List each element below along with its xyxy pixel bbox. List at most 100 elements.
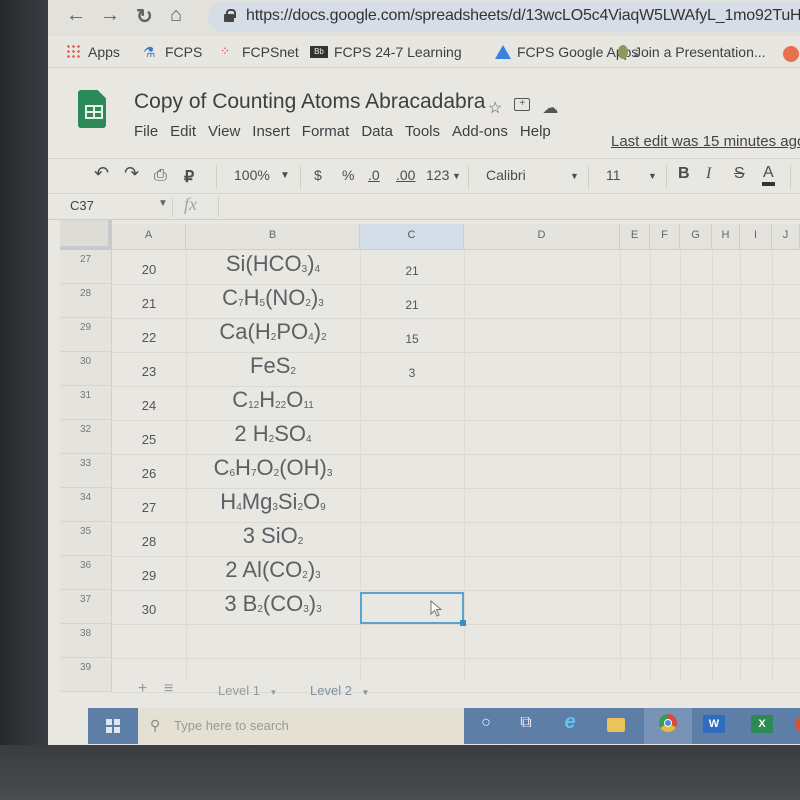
cell-a30[interactable]: 23	[112, 364, 186, 379]
menu-insert[interactable]: Insert	[252, 123, 290, 140]
name-box[interactable]: C37	[70, 198, 94, 213]
column-header-a[interactable]: A	[112, 224, 186, 250]
cell-c30[interactable]: 3	[360, 366, 464, 380]
file-explorer-icon[interactable]	[602, 714, 630, 738]
menu-format[interactable]: Format	[302, 123, 350, 140]
bookmark-fcpsnet[interactable]: ⁘ FCPSnet	[220, 44, 299, 60]
cell-b27[interactable]: Si(HCO3)4	[186, 251, 360, 277]
cell-a28[interactable]: 21	[112, 296, 186, 311]
menu-view[interactable]: View	[208, 123, 240, 140]
row-header-27[interactable]: 27	[60, 250, 112, 284]
cell-c27[interactable]: 21	[360, 264, 464, 278]
cell-a36[interactable]: 29	[112, 568, 186, 583]
formula-input[interactable]	[226, 198, 796, 216]
sheet-tab-level-1[interactable]: Level 1 ▼	[218, 683, 277, 698]
row-header-35[interactable]: 35	[60, 522, 112, 556]
menu-edit[interactable]: Edit	[170, 123, 196, 140]
cell-a31[interactable]: 24	[112, 398, 186, 413]
extension-icon[interactable]	[783, 46, 799, 62]
menu-addons[interactable]: Add-ons	[452, 123, 508, 140]
cell-b33[interactable]: C6H7O2(OH)3	[186, 455, 360, 481]
column-header-i[interactable]: I	[740, 224, 772, 250]
menu-data[interactable]: Data	[361, 123, 393, 140]
select-all-corner[interactable]	[60, 220, 112, 250]
bookmark-fcps[interactable]: ⚗ FCPS	[143, 44, 202, 60]
column-header-f[interactable]: F	[650, 224, 680, 250]
font-dropdown-icon[interactable]: ▼	[570, 171, 579, 181]
address-bar[interactable]: https://docs.google.com/spreadsheets/d/1…	[208, 2, 800, 32]
increase-decimal-button[interactable]: .00	[396, 167, 415, 183]
cell-b32[interactable]: 2 H2SO4	[186, 421, 360, 447]
bold-button[interactable]: B	[678, 165, 690, 183]
bookmark-apps[interactable]: Apps	[66, 44, 120, 60]
sheet-tab-dropdown-icon[interactable]: ▼	[362, 688, 370, 697]
currency-format-button[interactable]: $	[314, 167, 322, 183]
cloud-saved-icon[interactable]: ☁	[542, 98, 558, 118]
last-edit-link[interactable]: Last edit was 15 minutes ago	[611, 133, 800, 150]
cortana-icon[interactable]: ○	[472, 714, 500, 738]
menu-tools[interactable]: Tools	[405, 123, 440, 140]
forward-icon[interactable]: →	[100, 4, 120, 27]
cell-b35[interactable]: 3 SiO2	[186, 523, 360, 549]
name-box-dropdown-icon[interactable]: ▼	[158, 198, 168, 209]
cell-b31[interactable]: C12H22O11	[186, 387, 360, 413]
start-button[interactable]	[88, 708, 138, 744]
column-header-j[interactable]: J	[772, 224, 800, 250]
bookmark-fcps-24-7[interactable]: Bb FCPS 24-7 Learning	[310, 44, 462, 60]
row-header-38[interactable]: 38	[60, 624, 112, 658]
bookmark-join-presentation[interactable]: Join a Presentation...	[618, 44, 766, 60]
home-icon[interactable]: ⌂	[170, 4, 182, 27]
text-color-button[interactable]: A	[762, 164, 775, 186]
row-header-28[interactable]: 28	[60, 284, 112, 318]
font-size-dropdown-icon[interactable]: ▼	[648, 171, 657, 181]
redo-icon[interactable]: ↷	[124, 163, 139, 184]
sheet-tab-dropdown-icon[interactable]: ▼	[270, 688, 278, 697]
cell-a34[interactable]: 27	[112, 500, 186, 515]
print-icon[interactable]: ⎙	[154, 167, 167, 185]
cell-b34[interactable]: H4Mg3Si2O9	[186, 489, 360, 515]
paint-format-icon[interactable]: ₽	[184, 167, 194, 187]
column-header-b[interactable]: B	[186, 224, 360, 250]
zoom-select[interactable]: 100%	[234, 167, 270, 183]
row-header-37[interactable]: 37	[60, 590, 112, 624]
star-icon[interactable]: ☆	[488, 98, 502, 118]
row-header-34[interactable]: 34	[60, 488, 112, 522]
more-formats-button[interactable]: 123	[426, 167, 449, 183]
decrease-decimal-button[interactable]: .0	[368, 167, 380, 183]
cell-b36[interactable]: 2 Al(CO2)3	[186, 557, 360, 583]
cell-a32[interactable]: 25	[112, 432, 186, 447]
all-sheets-button[interactable]: ≡	[164, 680, 173, 698]
row-header-31[interactable]: 31	[60, 386, 112, 420]
cell-b28[interactable]: C7H5(NO2)3	[186, 285, 360, 311]
row-header-29[interactable]: 29	[60, 318, 112, 352]
row-header-33[interactable]: 33	[60, 454, 112, 488]
bookmark-fcps-google-apps[interactable]: FCPS Google Apps	[495, 44, 638, 60]
sheet-tab-level-2[interactable]: Level 2 ▼	[310, 683, 369, 698]
font-size-select[interactable]: 11	[606, 167, 621, 183]
column-header-h[interactable]: H	[712, 224, 740, 250]
row-header-32[interactable]: 32	[60, 420, 112, 454]
column-header-e[interactable]: E	[620, 224, 650, 250]
column-header-g[interactable]: G	[680, 224, 712, 250]
strikethrough-button[interactable]: S	[734, 165, 745, 183]
reload-icon[interactable]: ↻	[136, 4, 153, 29]
cell-a35[interactable]: 28	[112, 534, 186, 549]
menu-help[interactable]: Help	[520, 123, 551, 140]
italic-button[interactable]: I	[706, 165, 711, 183]
more-formats-dropdown-icon[interactable]: ▼	[452, 171, 461, 181]
column-header-c[interactable]: C	[360, 224, 464, 250]
cell-a27[interactable]: 20	[112, 262, 186, 277]
cell-a37[interactable]: 30	[112, 602, 186, 617]
font-select[interactable]: Calibri	[486, 167, 526, 183]
powerpoint-icon[interactable]: P	[790, 714, 800, 738]
selected-cell-outline[interactable]	[360, 592, 466, 626]
excel-icon[interactable]: X	[748, 714, 776, 738]
document-title[interactable]: Copy of Counting Atoms Abracadabra	[134, 90, 485, 114]
cell-a33[interactable]: 26	[112, 466, 186, 481]
zoom-dropdown-icon[interactable]: ▼	[280, 170, 290, 181]
cell-c28[interactable]: 21	[360, 298, 464, 312]
column-header-d[interactable]: D	[464, 224, 620, 250]
cell-c29[interactable]: 15	[360, 332, 464, 346]
undo-icon[interactable]: ↶	[94, 163, 109, 184]
fill-handle[interactable]	[460, 620, 466, 626]
